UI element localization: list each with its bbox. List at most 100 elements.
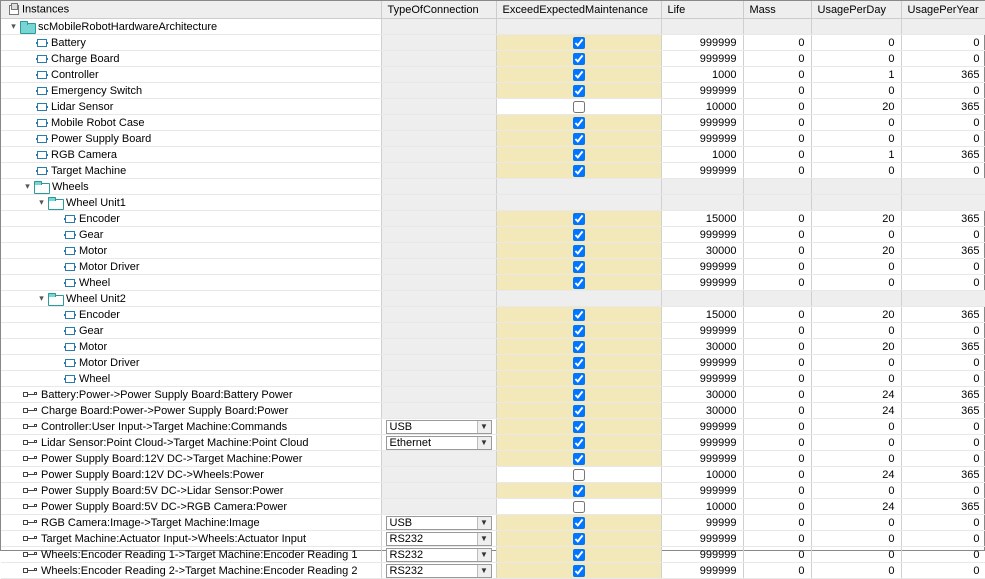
cell-mass[interactable]: 0 (743, 419, 811, 435)
table-row[interactable]: Battery:Power->Power Supply Board:Batter… (1, 387, 985, 403)
type-dropdown[interactable]: RS232▼ (386, 564, 492, 578)
table-row[interactable]: Charge Board:Power->Power Supply Board:P… (1, 403, 985, 419)
exceed-checkbox[interactable] (573, 549, 585, 561)
table-row[interactable]: Charge Board999999000 (1, 51, 985, 67)
cell-instances[interactable]: Motor (1, 339, 381, 355)
cell-type[interactable]: USB▼ (381, 515, 496, 531)
cell-exceed[interactable] (496, 307, 661, 323)
cell-usageperday[interactable]: 0 (811, 51, 901, 67)
cell-life[interactable]: 999999 (661, 371, 743, 387)
cell-exceed[interactable] (496, 387, 661, 403)
cell-mass[interactable]: 0 (743, 83, 811, 99)
cell-mass[interactable]: 0 (743, 67, 811, 83)
cell-mass[interactable]: 0 (743, 131, 811, 147)
exceed-checkbox[interactable] (573, 85, 585, 97)
cell-mass[interactable]: 0 (743, 483, 811, 499)
cell-mass[interactable]: 0 (743, 275, 811, 291)
cell-mass[interactable]: 0 (743, 163, 811, 179)
cell-instances[interactable]: Motor (1, 243, 381, 259)
cell-life[interactable]: 999999 (661, 323, 743, 339)
cell-usageperday[interactable]: 0 (811, 515, 901, 531)
cell-usageperday[interactable]: 0 (811, 275, 901, 291)
cell-usageperday[interactable]: 24 (811, 467, 901, 483)
cell-life[interactable]: 10000 (661, 499, 743, 515)
cell-usageperyear[interactable]: 0 (901, 435, 985, 451)
cell-instances[interactable]: Power Supply Board (1, 131, 381, 147)
cell-life[interactable]: 1000 (661, 67, 743, 83)
type-dropdown[interactable]: USB▼ (386, 420, 492, 434)
cell-type[interactable]: Ethernet▼ (381, 435, 496, 451)
cell-usageperyear[interactable]: 0 (901, 563, 985, 579)
cell-usageperyear[interactable]: 365 (901, 387, 985, 403)
table-row[interactable]: Power Supply Board:12V DC->Wheels:Power1… (1, 467, 985, 483)
cell-usageperyear[interactable]: 365 (901, 243, 985, 259)
cell-instances[interactable]: Encoder (1, 211, 381, 227)
cell-usageperday[interactable]: 0 (811, 547, 901, 563)
exceed-checkbox[interactable] (573, 517, 585, 529)
cell-instances[interactable]: RGB Camera:Image->Target Machine:Image (1, 515, 381, 531)
cell-exceed[interactable] (496, 147, 661, 163)
tree-toggle-icon[interactable]: ▾ (9, 22, 18, 31)
cell-instances[interactable]: Controller (1, 67, 381, 83)
cell-usageperyear[interactable]: 365 (901, 147, 985, 163)
cell-instances[interactable]: Gear (1, 323, 381, 339)
cell-exceed[interactable] (496, 483, 661, 499)
cell-usageperday[interactable]: 0 (811, 531, 901, 547)
cell-instances[interactable]: Power Supply Board:12V DC->Target Machin… (1, 451, 381, 467)
chevron-down-icon[interactable]: ▼ (477, 549, 491, 561)
type-dropdown[interactable]: RS232▼ (386, 532, 492, 546)
cell-usageperday[interactable]: 20 (811, 339, 901, 355)
cell-type[interactable]: RS232▼ (381, 531, 496, 547)
cell-exceed[interactable] (496, 499, 661, 515)
cell-usageperday[interactable]: 1 (811, 67, 901, 83)
cell-instances[interactable]: Gear (1, 227, 381, 243)
cell-instances[interactable]: Encoder (1, 307, 381, 323)
col-type[interactable]: TypeOfConnection (381, 1, 496, 19)
table-row[interactable]: Motor30000020365 (1, 339, 985, 355)
table-row[interactable]: Encoder15000020365 (1, 307, 985, 323)
cell-usageperday[interactable]: 0 (811, 35, 901, 51)
table-row[interactable]: Power Supply Board:12V DC->Target Machin… (1, 451, 985, 467)
table-row[interactable]: ▾Wheel Unit2 (1, 291, 985, 307)
cell-exceed[interactable] (496, 531, 661, 547)
col-mass[interactable]: Mass (743, 1, 811, 19)
cell-instances[interactable]: Wheels:Encoder Reading 2->Target Machine… (1, 563, 381, 579)
cell-instances[interactable]: Power Supply Board:12V DC->Wheels:Power (1, 467, 381, 483)
exceed-checkbox[interactable] (573, 389, 585, 401)
cell-usageperyear[interactable]: 0 (901, 451, 985, 467)
cell-exceed[interactable] (496, 83, 661, 99)
cell-life[interactable]: 99999 (661, 515, 743, 531)
exceed-checkbox[interactable] (573, 565, 585, 577)
cell-mass[interactable]: 0 (743, 51, 811, 67)
cell-life[interactable]: 999999 (661, 83, 743, 99)
cell-exceed[interactable] (496, 67, 661, 83)
cell-exceed[interactable] (496, 115, 661, 131)
cell-instances[interactable]: Battery (1, 35, 381, 51)
cell-life[interactable]: 15000 (661, 307, 743, 323)
table-row[interactable]: RGB Camera:Image->Target Machine:ImageUS… (1, 515, 985, 531)
cell-usageperday[interactable]: 0 (811, 435, 901, 451)
exceed-checkbox[interactable] (573, 277, 585, 289)
table-row[interactable]: Encoder15000020365 (1, 211, 985, 227)
cell-mass[interactable]: 0 (743, 339, 811, 355)
cell-life[interactable]: 999999 (661, 483, 743, 499)
table-row[interactable]: Lidar Sensor:Point Cloud->Target Machine… (1, 435, 985, 451)
cell-exceed[interactable] (496, 275, 661, 291)
exceed-checkbox[interactable] (573, 69, 585, 81)
cell-mass[interactable]: 0 (743, 387, 811, 403)
cell-life[interactable]: 30000 (661, 403, 743, 419)
cell-instances[interactable]: Target Machine (1, 163, 381, 179)
cell-instances[interactable]: ▾Wheel Unit1 (1, 195, 381, 211)
cell-mass[interactable]: 0 (743, 531, 811, 547)
col-usageperyear[interactable]: UsagePerYear (901, 1, 985, 19)
col-usageperday[interactable]: UsagePerDay (811, 1, 901, 19)
table-row[interactable]: Gear999999000 (1, 227, 985, 243)
cell-usageperyear[interactable]: 0 (901, 259, 985, 275)
cell-life[interactable]: 999999 (661, 275, 743, 291)
cell-instances[interactable]: Charge Board (1, 51, 381, 67)
cell-mass[interactable]: 0 (743, 499, 811, 515)
cell-usageperyear[interactable]: 0 (901, 227, 985, 243)
cell-mass[interactable]: 0 (743, 403, 811, 419)
table-row[interactable]: Wheel999999000 (1, 275, 985, 291)
cell-instances[interactable]: Lidar Sensor (1, 99, 381, 115)
